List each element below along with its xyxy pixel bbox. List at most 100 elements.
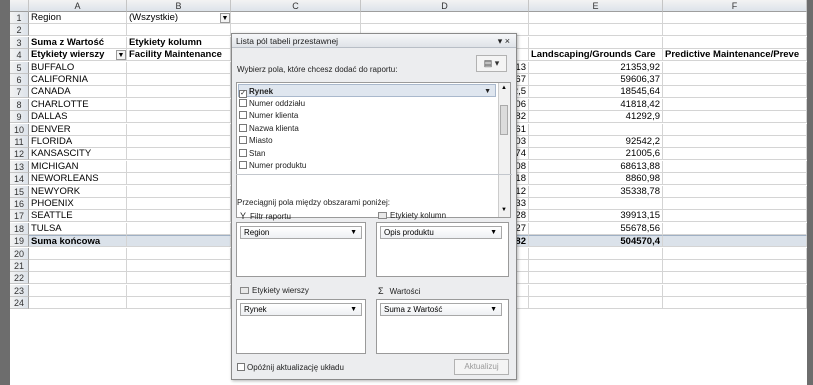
cell-E22[interactable] [529, 272, 663, 284]
cell-F16[interactable] [663, 198, 807, 210]
filter-drop-area[interactable]: Region ▼ [236, 222, 366, 277]
cell-A6[interactable]: CALIFORNIA [29, 74, 127, 86]
cell-E24[interactable] [529, 297, 663, 309]
cell-F5[interactable] [663, 62, 807, 74]
column-header[interactable]: C [231, 0, 361, 12]
cell-A21[interactable] [29, 260, 127, 272]
cell-E13[interactable]: 68613,88 [529, 161, 663, 173]
cell-F15[interactable] [663, 186, 807, 198]
cell-B17[interactable] [127, 210, 231, 222]
field-item[interactable]: Numer produktu [239, 159, 306, 172]
checkbox-icon[interactable] [239, 148, 247, 157]
row-header[interactable]: 23 [10, 285, 29, 297]
field-list-scrollbar[interactable]: ▲ ▼ [498, 83, 510, 217]
row-header[interactable]: 24 [10, 297, 29, 309]
rows-chip-market[interactable]: Rynek ▼ [240, 303, 362, 316]
cell-A15[interactable]: NEWYORK [29, 186, 127, 198]
field-item[interactable]: Numer oddziału [239, 97, 305, 110]
scroll-down-icon[interactable]: ▼ [501, 207, 507, 213]
cell-A16[interactable]: PHOENIX [29, 198, 127, 210]
cell-E18[interactable]: 55678,56 [529, 223, 663, 235]
cell-E1[interactable] [529, 12, 663, 24]
report-filter-dropdown-icon[interactable]: ▼ [220, 13, 230, 23]
cell-E20[interactable] [529, 248, 663, 260]
filter-chip-region[interactable]: Region ▼ [240, 226, 362, 239]
cell-B14[interactable] [127, 173, 231, 185]
cell-A11[interactable]: FLORIDA [29, 136, 127, 148]
cell-F22[interactable] [663, 272, 807, 284]
cell-A20[interactable] [29, 248, 127, 260]
cell-E21[interactable] [529, 260, 663, 272]
chevron-down-icon[interactable]: ▼ [350, 227, 357, 239]
scroll-up-icon[interactable]: ▲ [501, 85, 507, 91]
cell-A1[interactable]: Region [29, 12, 127, 24]
field-item[interactable]: ✓ Rynek ▼ [238, 84, 496, 98]
cell-B7[interactable] [127, 86, 231, 98]
cell-A23[interactable] [29, 285, 127, 297]
cell-F24[interactable] [663, 297, 807, 309]
checkbox-icon[interactable] [239, 98, 247, 107]
values-chip-sum[interactable]: Suma z Wartość ▼ [380, 303, 502, 316]
cell-E19[interactable]: 504570,4 [529, 235, 663, 247]
chevron-down-icon[interactable]: ▼ [484, 85, 491, 98]
column-header[interactable]: D [361, 0, 529, 12]
row-header[interactable]: 2 [10, 24, 29, 36]
cell-A17[interactable]: SEATTLE [29, 210, 127, 222]
cell-B12[interactable] [127, 148, 231, 160]
cell-F10[interactable] [663, 124, 807, 136]
cell-E15[interactable]: 35338,78 [529, 186, 663, 198]
cell-F18[interactable] [663, 223, 807, 235]
field-item[interactable]: Nazwa klienta [239, 122, 299, 135]
cell-F7[interactable] [663, 86, 807, 98]
cell-F21[interactable] [663, 260, 807, 272]
cell-B16[interactable] [127, 198, 231, 210]
cell-A8[interactable]: CHARLOTTE [29, 99, 127, 111]
defer-update-checkbox[interactable]: Opóźnij aktualizację układu [237, 363, 344, 372]
cell-B4[interactable]: Facility Maintenance [127, 49, 231, 61]
cell-A18[interactable]: TULSA [29, 223, 127, 235]
cell-D1[interactable] [361, 12, 529, 24]
cell-B5[interactable] [127, 62, 231, 74]
cell-B6[interactable] [127, 74, 231, 86]
cell-F3[interactable] [663, 37, 807, 49]
cell-E11[interactable]: 92542,2 [529, 136, 663, 148]
row-header[interactable]: 21 [10, 260, 29, 272]
row-header[interactable]: 12 [10, 148, 29, 160]
cell-F23[interactable] [663, 285, 807, 297]
checkbox-icon[interactable] [237, 363, 245, 371]
cell-F19[interactable] [663, 235, 807, 247]
row-header[interactable]: 10 [10, 124, 29, 136]
cell-B21[interactable] [127, 260, 231, 272]
cell-E5[interactable]: 21353,92 [529, 62, 663, 74]
row-header[interactable]: 17 [10, 210, 29, 222]
cell-E16[interactable] [529, 198, 663, 210]
cell-E2[interactable] [529, 24, 663, 36]
cell-E4[interactable]: Landscaping/Grounds Care [529, 49, 663, 61]
cell-B23[interactable] [127, 285, 231, 297]
cell-F2[interactable] [663, 24, 807, 36]
cell-F12[interactable] [663, 148, 807, 160]
row-header[interactable]: 6 [10, 74, 29, 86]
cell-A24[interactable] [29, 297, 127, 309]
cell-E14[interactable]: 8860,98 [529, 173, 663, 185]
cell-B10[interactable] [127, 124, 231, 136]
row-labels-filter-icon[interactable]: ▼ [116, 50, 126, 60]
cell-F1[interactable] [663, 12, 807, 24]
row-header[interactable]: 20 [10, 248, 29, 260]
checkbox-icon[interactable] [239, 161, 247, 169]
row-header[interactable]: 14 [10, 173, 29, 185]
cell-B24[interactable] [127, 297, 231, 309]
cell-A2[interactable] [29, 24, 127, 36]
cell-B8[interactable] [127, 99, 231, 111]
panel-close-button[interactable]: ▾ × [498, 36, 510, 47]
cell-E12[interactable]: 21005,6 [529, 148, 663, 160]
cell-E8[interactable]: 41818,42 [529, 99, 663, 111]
cell-F17[interactable] [663, 210, 807, 222]
cell-F6[interactable] [663, 74, 807, 86]
row-header[interactable]: 9 [10, 111, 29, 123]
cell-B11[interactable] [127, 136, 231, 148]
cell-B22[interactable] [127, 272, 231, 284]
cell-E23[interactable] [529, 285, 663, 297]
cell-A19[interactable]: Suma końcowa [29, 235, 127, 247]
cell-E10[interactable] [529, 124, 663, 136]
